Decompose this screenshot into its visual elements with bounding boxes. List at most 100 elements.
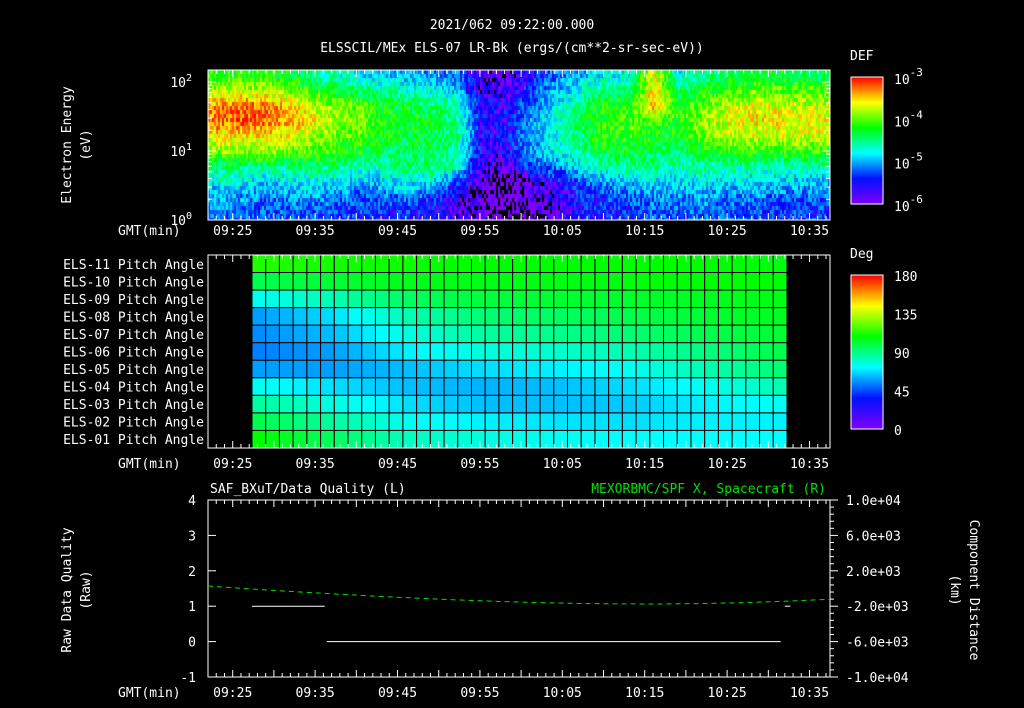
pitch-angle-cell <box>320 359 335 379</box>
right-ylabel: Component Distance <box>966 520 981 661</box>
x-tick-label: 09:25 <box>213 457 252 472</box>
right-ylabel-unit: (km) <box>947 574 962 605</box>
pitch-angle-cell <box>594 254 610 274</box>
pitch-angle-cell <box>265 272 280 291</box>
pitch-angle-cell <box>553 254 569 274</box>
left-ylabel-unit: (Raw) <box>79 570 94 609</box>
pitch-angle-cell <box>361 377 376 396</box>
pitch-angle-cell <box>470 254 486 274</box>
pitch-angle-cell <box>457 412 472 431</box>
pitch-angle-cell <box>704 272 719 291</box>
pitch-angle-cell <box>457 342 472 361</box>
y2-tick-label: 2.0e+03 <box>846 565 901 580</box>
pitch-angle-cell <box>525 307 541 326</box>
x-tick-label: 09:35 <box>296 224 335 239</box>
pitch-angle-cell <box>525 342 541 361</box>
pitch-angle-cell <box>374 359 390 379</box>
pitch-angle-cell <box>621 307 637 326</box>
pitch-angle-cell <box>443 377 459 396</box>
pitch-angle-cell <box>649 342 665 361</box>
pitch-angle-cell <box>429 272 445 291</box>
pitch-angle-cell <box>251 429 267 449</box>
pitch-angle-cell <box>484 289 500 309</box>
deg-colorbar-label: Deg <box>850 247 873 262</box>
pitch-angle-cell <box>553 307 569 326</box>
pitch-angle-cell <box>333 289 349 309</box>
x-tick-label: 10:35 <box>790 224 829 239</box>
pitch-angle-cell <box>347 324 363 344</box>
pitch-angle-cell <box>621 377 637 396</box>
pitch-angle-cell <box>251 324 267 344</box>
pitch-angle-cell <box>676 272 692 291</box>
pitch-angle-cell <box>663 324 678 344</box>
pitch-angle-cell <box>402 272 418 291</box>
pitch-angle-cell <box>347 254 363 274</box>
pitch-angle-cell <box>306 394 322 414</box>
pitch-angle-cell <box>745 272 761 291</box>
pitch-angle-cell <box>621 429 637 449</box>
pitch-angle-cell <box>429 359 445 379</box>
pitch-angle-cell <box>649 412 665 431</box>
pitch-angle-cell <box>292 412 308 431</box>
pitch-angle-cell <box>278 394 294 414</box>
pitch-angle-cell <box>470 324 486 344</box>
pitch-angle-cell <box>470 429 486 449</box>
pitch-angle-row-label: ELS-05 Pitch Angle <box>63 363 204 378</box>
pitch-angle-cell <box>512 429 527 449</box>
pitch-angle-cell <box>498 412 514 431</box>
colorbar-tick-label: 45 <box>894 386 910 401</box>
pitch-angle-cell <box>717 412 733 431</box>
pitch-angle-cell <box>512 342 527 361</box>
pitch-angle-cell <box>306 324 322 344</box>
pitch-angle-cell <box>484 324 500 344</box>
pitch-angle-cell <box>484 412 500 431</box>
pitch-angle-row-label: ELS-07 Pitch Angle <box>63 328 204 343</box>
pitch-angle-cell <box>745 307 761 326</box>
pitch-angle-cell <box>594 359 610 379</box>
pitch-angle-cell <box>374 254 390 274</box>
pitch-angle-cell <box>594 289 610 309</box>
pitch-angle-cell <box>649 272 665 291</box>
pitch-angle-cell <box>553 377 569 396</box>
pitch-angle-cell <box>361 359 376 379</box>
pitch-angle-cell <box>704 254 719 274</box>
pitch-angle-cell <box>717 342 733 361</box>
pitch-angle-cell <box>347 307 363 326</box>
pitch-angle-cell <box>402 412 418 431</box>
pitch-angle-cell <box>731 307 747 326</box>
pitch-angle-cell <box>580 254 596 274</box>
pitch-angle-cell <box>278 429 294 449</box>
pitch-angle-cell <box>567 307 582 326</box>
pitch-angle-cell <box>580 307 596 326</box>
pitch-angle-cell <box>608 377 623 396</box>
pitch-angle-cell <box>676 429 692 449</box>
pitch-angle-cell <box>498 254 514 274</box>
pitch-angle-cell <box>745 342 761 361</box>
pitch-angle-cell <box>759 342 774 361</box>
pitch-angle-cell <box>388 412 404 431</box>
pitch-angle-cell <box>333 324 349 344</box>
pitch-angle-cell <box>704 429 719 449</box>
pitch-angle-cell <box>443 324 459 344</box>
pitch-angle-cell <box>265 307 280 326</box>
pitch-angle-cell <box>731 359 747 379</box>
pitch-angle-cell <box>690 324 706 344</box>
colorbar-tick-label: 90 <box>894 347 910 362</box>
pitch-angle-cell <box>292 254 308 274</box>
pitch-angle-cell <box>553 359 569 379</box>
pitch-angle-cell <box>457 307 472 326</box>
pitch-angle-cell <box>347 289 363 309</box>
y-tick-label: 101 <box>170 142 192 160</box>
pitch-angle-cell <box>443 289 459 309</box>
pitch-angle-cell <box>608 307 623 326</box>
pitch-angle-cell <box>374 307 390 326</box>
pitch-angle-cell <box>320 307 335 326</box>
colorbar-tick-label: 135 <box>894 309 917 324</box>
x-tick-label: 09:45 <box>378 686 417 701</box>
colorbar-tick-label: 10-5 <box>894 151 923 173</box>
y2-tick-label: 1.0e+04 <box>846 494 901 509</box>
pitch-angle-cell <box>361 342 376 361</box>
pitch-angle-cell <box>539 289 555 309</box>
pitch-angle-cell <box>292 324 308 344</box>
pitch-angle-cell <box>635 342 651 361</box>
